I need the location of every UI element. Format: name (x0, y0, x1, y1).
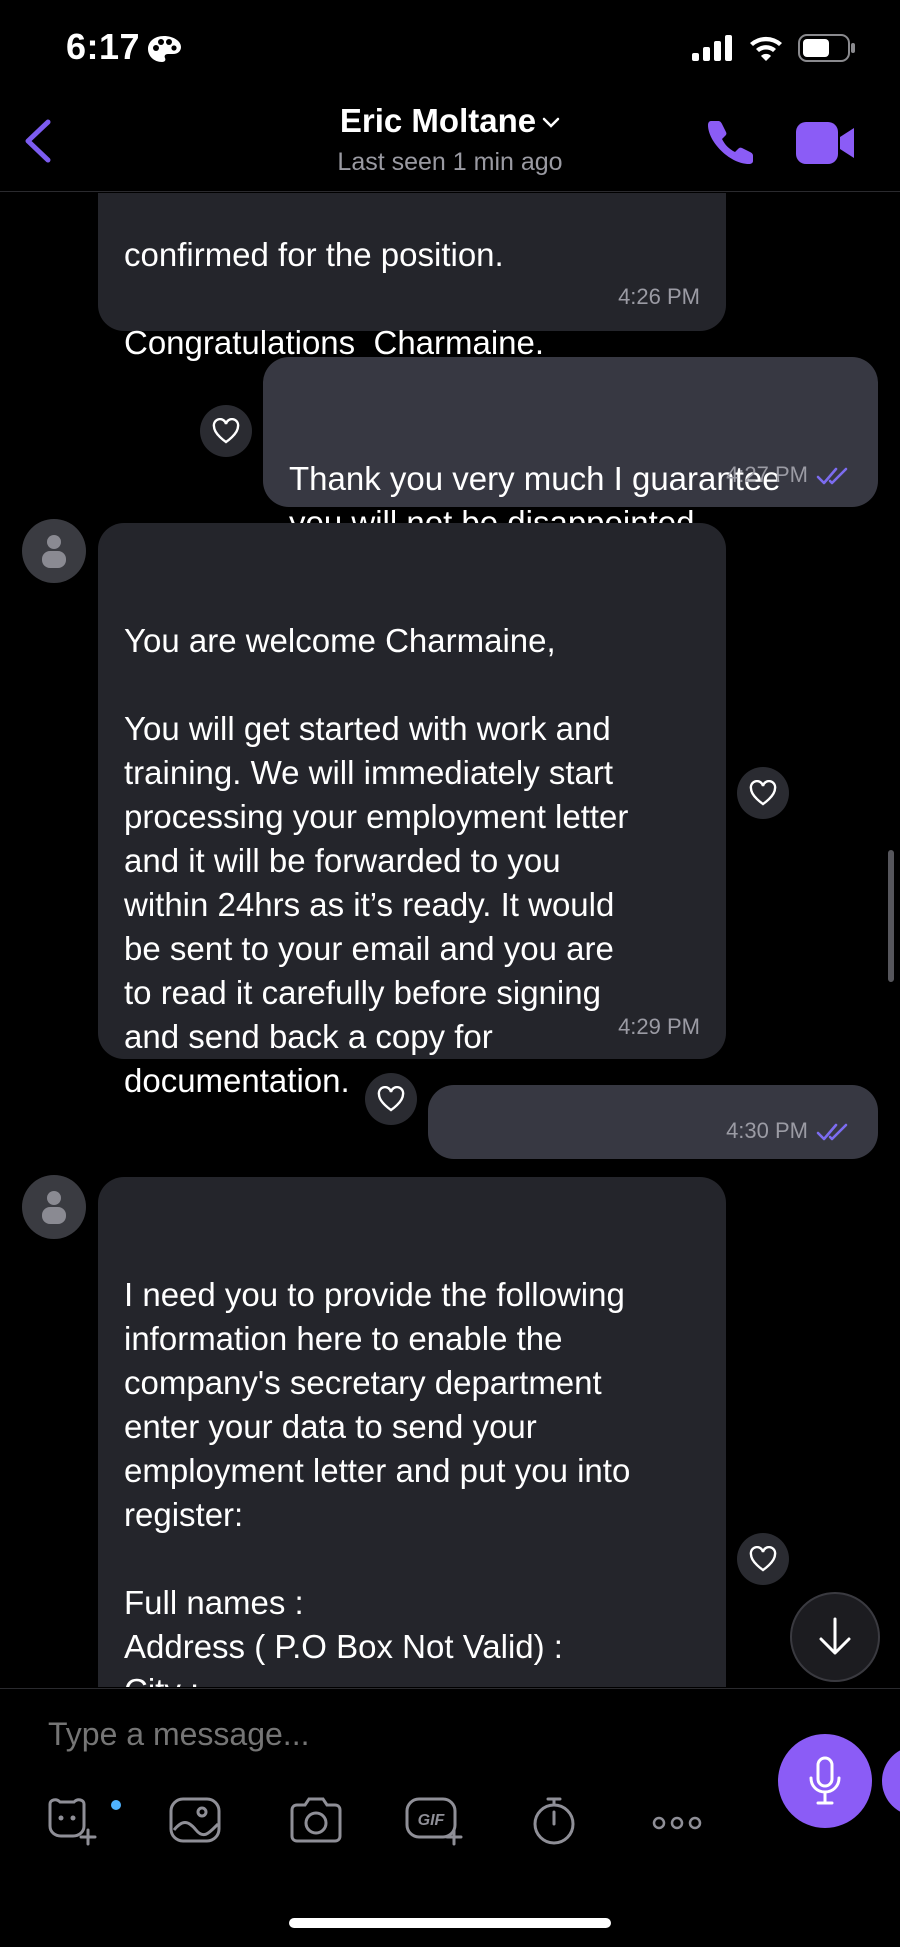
scroll-to-bottom-button[interactable] (790, 1592, 880, 1682)
heart-icon (377, 1086, 405, 1112)
message-text: I need you to provide the following info… (124, 1276, 631, 1687)
phone-call-icon[interactable] (708, 118, 754, 164)
incoming-message[interactable]: confirmed for the position. Congratulati… (98, 193, 726, 361)
incoming-message[interactable]: You are welcome Charmaine, You will get … (98, 523, 726, 1099)
like-heart-button[interactable] (365, 1073, 417, 1125)
palette-icon (148, 36, 181, 62)
contact-avatar[interactable] (22, 519, 86, 583)
contact-name-button[interactable]: Eric Moltane (0, 102, 900, 140)
sticker-icon[interactable] (44, 1796, 100, 1846)
person-icon (42, 535, 66, 568)
message-time: 4:29 PM (618, 1014, 700, 1039)
message-text: confirmed for the position. Congratulati… (124, 236, 545, 361)
outgoing-message[interactable]: Ok no problem 4:30 PM (428, 1085, 878, 1228)
svg-text:GIF: GIF (418, 1812, 446, 1829)
home-indicator[interactable] (289, 1918, 611, 1928)
status-indicators (692, 34, 856, 62)
scrollbar[interactable] (888, 850, 894, 982)
notification-dot (111, 1800, 121, 1810)
heart-icon (212, 418, 240, 444)
timer-icon[interactable] (530, 1796, 578, 1846)
read-receipt-icon (816, 1123, 848, 1141)
message-time: 4:30 PM (726, 1118, 808, 1143)
read-receipt-icon (816, 467, 848, 485)
microphone-icon (809, 1756, 841, 1805)
last-seen-status: Last seen 1 min ago (337, 148, 563, 176)
gallery-icon[interactable] (168, 1796, 222, 1844)
chat-header: Eric Moltane Last seen 1 min ago (0, 88, 900, 192)
message-text: You are welcome Charmaine, You will get … (124, 622, 629, 1099)
message-list[interactable]: confirmed for the position. Congratulati… (0, 193, 900, 1687)
chevron-down-icon (542, 118, 560, 129)
heart-icon (749, 1546, 777, 1572)
video-call-icon[interactable] (796, 122, 856, 164)
camera-icon[interactable] (288, 1796, 344, 1844)
more-icon[interactable] (652, 1816, 702, 1830)
message-input[interactable] (48, 1716, 748, 1753)
person-icon (42, 1191, 66, 1224)
like-heart-button[interactable] (737, 767, 789, 819)
incoming-message[interactable]: I need you to provide the following info… (98, 1177, 726, 1687)
outgoing-message[interactable]: Thank you very much I guarantee you will… (263, 357, 878, 541)
heart-icon (749, 780, 777, 806)
wifi-icon (750, 36, 782, 61)
status-time: 6:17 (66, 26, 141, 67)
like-heart-button[interactable] (200, 405, 252, 457)
contact-name: Eric Moltane (339, 102, 537, 139)
message-time: 4:27 PM (726, 462, 808, 487)
contact-avatar[interactable] (22, 1175, 86, 1239)
gif-icon[interactable]: GIF (404, 1796, 466, 1846)
signal-icon (692, 35, 732, 61)
voice-message-button[interactable] (778, 1734, 872, 1828)
composer-divider (0, 1688, 900, 1689)
battery-icon (798, 34, 855, 62)
message-time: 4:26 PM (618, 284, 700, 309)
secondary-action-button[interactable] (882, 1746, 900, 1816)
arrow-down-icon (819, 1617, 851, 1655)
like-heart-button[interactable] (737, 1533, 789, 1585)
